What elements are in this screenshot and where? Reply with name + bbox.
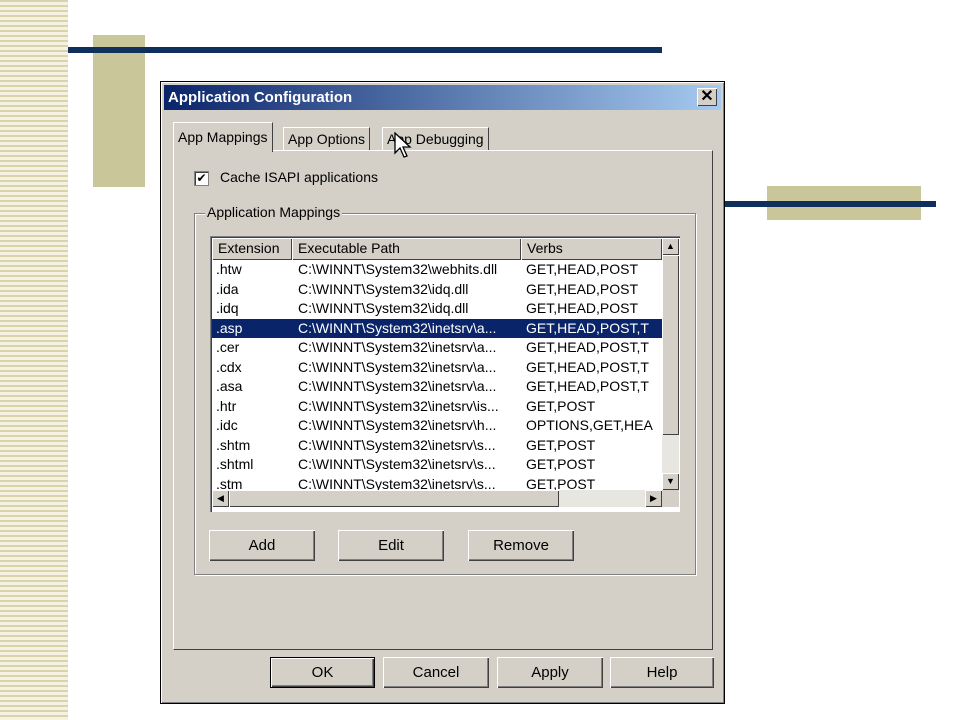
apply-button[interactable]: Apply [497, 657, 603, 688]
mapping-row[interactable]: .htw C:\WINNT\System32\webhits.dll GET,HEA… [212, 260, 662, 279]
decorative-stripes [0, 0, 68, 720]
mapping-row[interactable]: .shtml C:\WINNT\System32\inetsrv\s... GET,… [212, 455, 662, 474]
column-header-executable-path[interactable]: Executable Path [292, 238, 521, 260]
edit-button[interactable]: Edit [338, 530, 444, 561]
cell-executable-path: C:\WINNT\System32\inetsrv\a... [298, 358, 497, 375]
vertical-scroll-thumb[interactable] [662, 255, 679, 435]
cell-executable-path: C:\WINNT\System32\inetsrv\s... [298, 456, 496, 472]
cache-isapi-label: Cache ISAPI applications [220, 169, 378, 185]
cell-extension: .idq [216, 300, 239, 316]
cell-verbs: GET,HEAD,POST,T [526, 378, 649, 394]
arrow-left-icon: ◀ [217, 493, 224, 503]
tab-app-mappings[interactable]: App Mappings [173, 122, 273, 152]
cell-verbs: OPTIONS,GET,HEA [526, 417, 653, 433]
cell-executable-path: C:\WINNT\System32\inetsrv\is... [298, 397, 499, 414]
checkmark-icon: ✔ [196, 171, 207, 185]
listview-header: Extension Executable Path Verbs [212, 238, 662, 260]
cell-executable-path: C:\WINNT\System32\inetsrv\h... [298, 417, 497, 433]
vertical-scrollbar[interactable]: ▲ ▼ [662, 238, 679, 490]
close-icon: ✕ [700, 88, 714, 105]
cell-extension: .asp [216, 319, 243, 336]
cell-executable-path: C:\WINNT\System32\idq.dll [298, 280, 469, 297]
mouse-cursor-icon [394, 132, 412, 158]
cell-verbs: GET,POST [526, 436, 596, 453]
cell-extension: .shtml [216, 456, 254, 472]
cache-isapi-checkbox[interactable]: ✔ [194, 171, 209, 186]
app-mappings-panel: ✔ Cache ISAPI applications Application M… [173, 150, 713, 650]
mapping-row[interactable]: .stm C:\WINNT\System32\inetsrv\s... GET,PO… [212, 475, 662, 491]
cell-verbs: GET,HEAD,POST,T [526, 339, 649, 355]
mapping-row[interactable]: .asa C:\WINNT\System32\inetsrv\a... GET,HE… [212, 377, 662, 396]
cell-extension: .htw [216, 261, 242, 277]
cell-executable-path: C:\WINNT\System32\inetsrv\a... [298, 339, 497, 355]
cell-executable-path: C:\WINNT\System32\idq.dll [298, 300, 469, 316]
tab-app-options[interactable]: App Options [283, 127, 371, 151]
remove-button[interactable]: Remove [468, 530, 574, 561]
arrow-down-icon: ▼ [666, 476, 675, 486]
cell-executable-path: C:\WINNT\System32\inetsrv\s... [298, 436, 496, 453]
close-button[interactable]: ✕ [697, 88, 717, 106]
scroll-left-button[interactable]: ◀ [212, 490, 229, 507]
horizontal-scroll-thumb[interactable] [229, 490, 559, 507]
ok-button[interactable]: OK [270, 657, 375, 688]
cell-verbs: GET,POST [526, 475, 596, 491]
mapping-row[interactable]: .cer C:\WINNT\System32\inetsrv\a... GET,HE… [212, 338, 662, 357]
application-mappings-label: Application Mappings [205, 204, 343, 220]
horizontal-scrollbar[interactable]: ◀ ▶ [212, 490, 662, 507]
decorative-block-left [93, 35, 145, 187]
cancel-button[interactable]: Cancel [383, 657, 489, 688]
cell-verbs: GET,POST [526, 456, 596, 472]
arrow-right-icon: ▶ [650, 493, 657, 503]
decorative-line-top [68, 47, 662, 53]
mapping-row[interactable]: .idc C:\WINNT\System32\inetsrv\h... OPTION… [212, 416, 662, 435]
cell-verbs: GET,HEAD,POST [526, 300, 639, 316]
listview-body: .htw C:\WINNT\System32\webhits.dll GET,HEA… [212, 260, 662, 490]
cell-verbs: GET,HEAD,POST,T [526, 319, 649, 336]
mapping-row[interactable]: .cdx C:\WINNT\System32\inetsrv\a... GET,HE… [212, 358, 662, 377]
application-mappings-group: Application Mappings Extension Executabl… [194, 204, 696, 575]
cell-extension: .idc [216, 417, 238, 433]
scroll-up-button[interactable]: ▲ [662, 238, 679, 255]
mapping-row[interactable]: .htr C:\WINNT\System32\inetsrv\is... GET,P… [212, 397, 662, 416]
column-header-verbs[interactable]: Verbs [521, 238, 662, 260]
cell-extension: .htr [216, 397, 237, 414]
cell-executable-path: C:\WINNT\System32\webhits.dll [298, 261, 498, 277]
column-header-extension[interactable]: Extension [212, 238, 292, 260]
cell-extension: .ida [216, 280, 239, 297]
mapping-row[interactable]: .ida C:\WINNT\System32\idq.dll GET,HEAD,PO… [212, 280, 662, 299]
cell-extension: .cer [216, 339, 240, 355]
cell-extension: .shtm [216, 436, 251, 453]
cell-extension: .stm [216, 475, 243, 491]
title-bar[interactable]: Application Configuration ✕ [164, 85, 721, 110]
cell-verbs: GET,HEAD,POST,T [526, 358, 649, 375]
cell-executable-path: C:\WINNT\System32\inetsrv\a... [298, 378, 497, 394]
cell-extension: .cdx [216, 358, 242, 375]
application-configuration-dialog: Application Configuration ✕ App Mappings… [160, 81, 725, 704]
mappings-listview[interactable]: Extension Executable Path Verbs .htw C:\W… [210, 236, 680, 512]
mapping-row[interactable]: .shtm C:\WINNT\System32\inetsrv\s... GET,P… [212, 436, 662, 455]
cell-executable-path: C:\WINNT\System32\inetsrv\a... [298, 319, 497, 336]
cell-verbs: GET,POST [526, 397, 596, 414]
dialog-title: Application Configuration [168, 89, 353, 106]
scroll-right-button[interactable]: ▶ [645, 490, 662, 507]
help-button[interactable]: Help [610, 657, 714, 688]
cell-verbs: GET,HEAD,POST [526, 261, 639, 277]
arrow-up-icon: ▲ [666, 241, 675, 251]
scroll-down-button[interactable]: ▼ [662, 473, 679, 490]
decorative-line-right [725, 201, 936, 207]
cell-verbs: GET,HEAD,POST [526, 280, 639, 297]
scrollbar-corner [662, 490, 679, 507]
mapping-row[interactable]: .asp C:\WINNT\System32\inetsrv\a... GET,HE… [212, 318, 662, 338]
add-button[interactable]: Add [209, 530, 315, 561]
mapping-row[interactable]: .idq C:\WINNT\System32\idq.dll GET,HEAD,PO… [212, 299, 662, 318]
cell-extension: .asa [216, 378, 243, 394]
cell-executable-path: C:\WINNT\System32\inetsrv\s... [298, 475, 496, 491]
